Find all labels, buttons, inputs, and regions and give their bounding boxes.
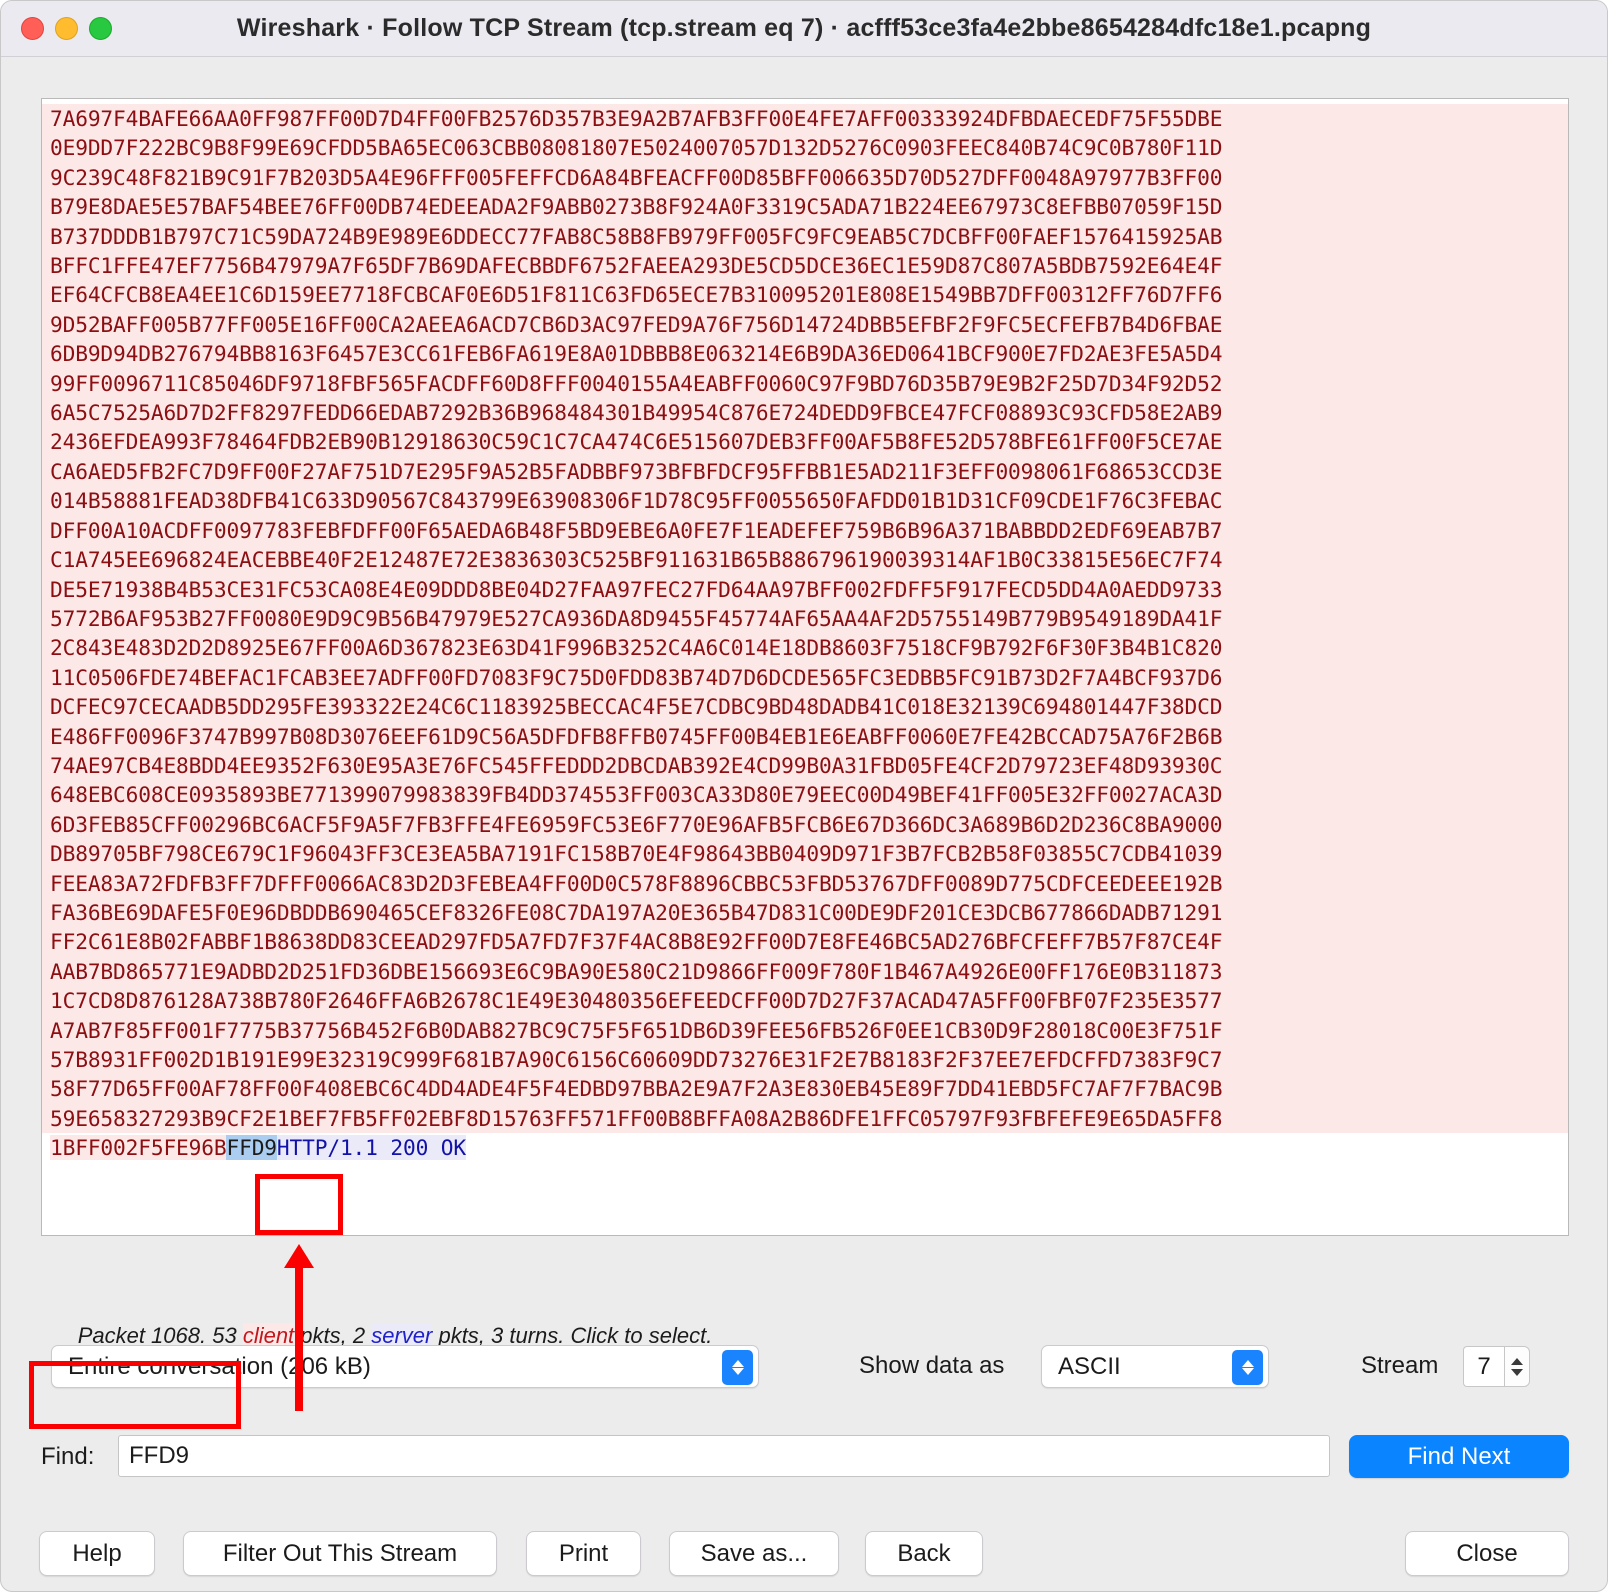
stream-line-client: 5772B6AF953B27FF0080E9D9C9B56B47979E527C… xyxy=(42,603,1568,634)
chevron-down-icon[interactable] xyxy=(1511,1368,1523,1376)
stream-number-stepper[interactable]: 7 xyxy=(1463,1346,1530,1387)
stream-line-client: E486FF0096F3747B997B08D3076EEF61D9C56A5D… xyxy=(42,721,1568,751)
annotation-arrow-shaft xyxy=(295,1256,303,1411)
stream-line-client: 1C7CD8D876128A738B780F2646FFA6B2678C1E49… xyxy=(42,986,1568,1016)
stream-line-client: 57B8931FF002D1B191E99E32319C999F681B7A90… xyxy=(42,1045,1568,1075)
stream-segment-server: HTTP/1.1 200 OK xyxy=(276,1135,467,1161)
stream-line-client: DE5E71938B4B53CE31FC53CA08E4E09DDD8BE04D… xyxy=(42,574,1568,604)
chevron-updown-icon[interactable] xyxy=(1232,1350,1263,1385)
stream-line-client: 0E9DD7F222BC9B8F99E69CFDD5BA65EC063CBB08… xyxy=(42,133,1568,163)
back-button[interactable]: Back xyxy=(865,1531,983,1576)
stream-line-mixed: 1BFF002F5FE96BFFD9HTTP/1.1 200 OK xyxy=(42,1133,1568,1162)
stream-line-client: 6DB9D94DB276794BB8163F6457E3CC61FEB6FA61… xyxy=(42,339,1568,369)
show-data-as-value: ASCII xyxy=(1058,1352,1121,1380)
stream-line-client: AAB7BD865771E9ADBD2D251FD36DBE156693E6C9… xyxy=(42,956,1568,987)
filter-out-this-stream-button[interactable]: Filter Out This Stream xyxy=(183,1531,497,1576)
stream-text[interactable]: 7A697F4BAFE66AA0FF987FF00D7D4FF00FB2576D… xyxy=(42,99,1568,1163)
chevron-down-icon xyxy=(1241,1368,1254,1375)
stream-line-client: 9D52BAFF005B77FF005E16FF00CA2AEEA6ACD7CB… xyxy=(42,309,1568,340)
stream-search-match-highlight: FFD9 xyxy=(226,1135,277,1161)
save-as-button[interactable]: Save as... xyxy=(669,1531,839,1576)
find-label: Find: xyxy=(41,1443,95,1470)
stream-line-client: B79E8DAE5E57BAF54BEE76FF00DB74EDEEADA2F9… xyxy=(42,192,1568,222)
stream-line-client: FA36BE69DAFE5F0E96DBDDB690465CEF8326FE08… xyxy=(42,897,1568,928)
print-button[interactable]: Print xyxy=(526,1531,641,1576)
stream-line-client: 6D3FEB85CFF00296BC6ACF5F9A5F7FB3FFE4FE69… xyxy=(42,809,1568,840)
stream-line-client: 6A5C7525A6D7D2FF8297FEDD66EDAB7292B36B96… xyxy=(42,398,1568,428)
stream-line-client: 59E658327293B9CF2E1BEF7FB5FF02EBF8D15763… xyxy=(42,1103,1568,1134)
conversation-select[interactable]: Entire conversation (206 kB) xyxy=(51,1345,759,1388)
close-window-button[interactable] xyxy=(21,17,44,40)
chevron-up-icon xyxy=(1241,1360,1254,1367)
stream-line-client: 9C239C48F821B9C91F7B203D5A4E96FFF005FEFF… xyxy=(42,162,1568,193)
dialog-button-row: Help Filter Out This Stream Print Save a… xyxy=(1,1531,1607,1579)
stream-line-client: DFF00A10ACDFF0097783FEBFDFF00F65AEDA6B48… xyxy=(42,515,1568,546)
stream-line-client: FF2C61E8B02FABBF1B8638DD83CEEAD297FD5A7F… xyxy=(42,927,1568,957)
stream-line-client: C1A745EE696824EACEBBE40F2E12487E72E38363… xyxy=(42,545,1568,575)
window-title: Wireshark · Follow TCP Stream (tcp.strea… xyxy=(236,14,1372,42)
chevron-up-icon[interactable] xyxy=(1511,1357,1523,1365)
maximize-window-button[interactable] xyxy=(89,17,112,40)
find-input[interactable]: FFD9 xyxy=(118,1435,1330,1477)
stream-line-client: 74AE97CB4E8BDD4EE9352F630E95A3E76FC545FF… xyxy=(42,750,1568,781)
stream-line-client: 014B58881FEAD38DFB41C633D90567C843799E63… xyxy=(42,486,1568,516)
stream-line-client: 7A697F4BAFE66AA0FF987FF00D7D4FF00FB2576D… xyxy=(42,104,1568,134)
stream-line-client: CA6AED5FB2FC7D9FF00F27AF751D7E295F9A52B5… xyxy=(42,456,1568,487)
show-data-as-select[interactable]: ASCII xyxy=(1041,1345,1269,1388)
show-data-as-label: Show data as xyxy=(859,1352,1005,1379)
find-next-button[interactable]: Find Next xyxy=(1349,1435,1569,1478)
stream-line-client: 99FF0096711C85046DF9718FBF565FACDFF60D8F… xyxy=(42,368,1568,399)
stream-number-label: Stream xyxy=(1361,1352,1439,1379)
chevron-up-icon xyxy=(731,1360,744,1367)
stream-number-value[interactable]: 7 xyxy=(1463,1346,1504,1387)
stream-stepper-arrows[interactable] xyxy=(1504,1346,1530,1387)
stream-line-client: DCFEC97CECAADB5DD295FE393322E24C6C118392… xyxy=(42,692,1568,722)
stream-line-client: DB89705BF798CE679C1F96043FF3CE3EA5BA7191… xyxy=(42,839,1568,869)
help-button[interactable]: Help xyxy=(39,1531,155,1576)
stream-controls-row: Entire conversation (206 kB) Show data a… xyxy=(1,1345,1607,1391)
stream-line-client: EF64CFCB8EA4EE1C6D159EE7718FCBCAF0E6D51F… xyxy=(42,280,1568,310)
follow-tcp-stream-window: Wireshark · Follow TCP Stream (tcp.strea… xyxy=(0,0,1608,1592)
minimize-window-button[interactable] xyxy=(55,17,78,40)
stream-content-pane[interactable]: 7A697F4BAFE66AA0FF987FF00D7D4FF00FB2576D… xyxy=(41,98,1569,1236)
close-button[interactable]: Close xyxy=(1405,1531,1569,1576)
stream-line-client: BFFC1FFE47EF7756B47979A7F65DF7B69DAFECBB… xyxy=(42,251,1568,281)
stream-line-client: 648EBC608CE0935893BE771399079983839FB4DD… xyxy=(42,780,1568,810)
window-controls xyxy=(1,17,112,40)
stream-line-client: 2436EFDEA993F78464FDB2EB90B12918630C59C1… xyxy=(42,427,1568,457)
stream-line-client: 11C0506FDE74BEFAC1FCAB3EE7ADFF00FD7083F9… xyxy=(42,662,1568,693)
conversation-select-value: Entire conversation (206 kB) xyxy=(68,1352,371,1380)
stream-line-client: 2C843E483D2D2D8925E67FF00A6D367823E63D41… xyxy=(42,633,1568,663)
stream-line-client: 58F77D65FF00AF78FF00F408EBC6C4DD4ADE4F5F… xyxy=(42,1074,1568,1104)
title-bar: Wireshark · Follow TCP Stream (tcp.strea… xyxy=(1,1,1607,57)
chevron-updown-icon[interactable] xyxy=(722,1350,753,1385)
stream-line-client: B737DDDB1B797C71C59DA724B9E989E6DDECC77F… xyxy=(42,221,1568,252)
stream-line-client: A7AB7F85FF001F7775B37756B452F6B0DAB827BC… xyxy=(42,1015,1568,1045)
find-row: Find: FFD9 Find Next xyxy=(1,1435,1607,1481)
chevron-down-icon xyxy=(731,1368,744,1375)
dialog-content: 7A697F4BAFE66AA0FF987FF00D7D4FF00FB2576D… xyxy=(1,57,1607,1591)
stream-segment-client: 1BFF002F5FE96B xyxy=(50,1135,227,1161)
stream-line-client: FEEA83A72FDFB3FF7DFFF0066AC83D2D3FEBEA4F… xyxy=(42,868,1568,898)
